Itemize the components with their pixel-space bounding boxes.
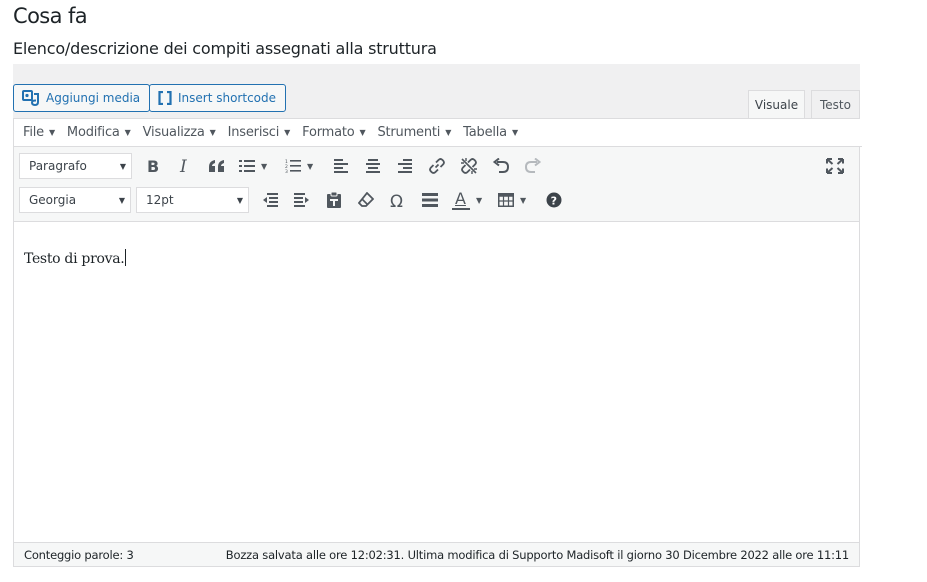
special-character-icon[interactable]: Ω — [382, 186, 414, 214]
svg-text:B: B — [147, 158, 159, 174]
chevron-down-icon: ▼ — [359, 128, 366, 137]
editor-status-bar: Conteggio parole: 3 Bozza salvata alle o… — [14, 542, 859, 566]
unlink-icon[interactable] — [453, 152, 485, 180]
menu-visualizza-label: Visualizza — [142, 125, 205, 140]
editor-tools-bar: Aggiungi media Insert shortcode Visuale … — [13, 64, 860, 119]
word-count: Conteggio parole: 3 — [24, 548, 134, 562]
undo-icon[interactable] — [485, 152, 517, 180]
menu-formato[interactable]: Formato ▼ — [296, 119, 371, 146]
chevron-down-icon: ▼ — [48, 128, 55, 137]
bullet-list-icon[interactable]: ▼ — [233, 152, 279, 180]
tab-visual[interactable]: Visuale — [748, 90, 805, 119]
link-icon[interactable] — [421, 152, 453, 180]
editor-toolbars: Paragrafo ▼ B I ▼ 1 2 3 ▼ Georgia ▼ 12pt… — [14, 147, 859, 222]
chevron-down-icon: ▼ — [520, 195, 527, 205]
section-description: Elenco/descrizione dei compiti assegnati… — [13, 39, 437, 58]
text-cursor — [125, 249, 127, 266]
table-icon[interactable]: ▼ — [492, 186, 538, 214]
font-size-select[interactable]: 12pt ▼ — [136, 187, 249, 213]
tab-visual-label: Visuale — [754, 98, 799, 112]
editor-menubar: File ▼ Modifica ▼ Visualizza ▼ Inserisci ▼ F… — [14, 119, 862, 147]
align-center-icon[interactable] — [357, 152, 389, 180]
menu-formato-label: Formato — [302, 125, 355, 140]
blockquote-icon[interactable] — [201, 152, 233, 180]
menu-strumenti-label: Strumenti — [377, 125, 441, 140]
insert-shortcode-label: Insert shortcode — [178, 91, 277, 105]
align-left-icon[interactable] — [325, 152, 357, 180]
menu-file[interactable]: File ▼ — [17, 119, 61, 146]
menu-strumenti[interactable]: Strumenti ▼ — [371, 119, 457, 146]
chevron-down-icon: ▼ — [511, 128, 518, 137]
font-size-value: 12pt — [146, 193, 174, 207]
menu-tabella[interactable]: Tabella ▼ — [457, 119, 524, 146]
outdent-icon[interactable] — [254, 186, 286, 214]
italic-icon[interactable]: I — [169, 152, 201, 180]
menu-modifica[interactable]: Modifica ▼ — [61, 119, 137, 146]
horizontal-line-icon[interactable] — [414, 186, 446, 214]
help-icon[interactable]: ? — [538, 186, 570, 214]
chevron-down-icon: ▼ — [118, 195, 125, 205]
menu-modifica-label: Modifica — [66, 125, 120, 140]
add-media-button[interactable]: Aggiungi media — [13, 84, 151, 112]
text-color-icon[interactable]: A ▼ — [446, 186, 492, 214]
svg-text:I: I — [179, 158, 187, 174]
chevron-down-icon: ▼ — [209, 128, 216, 137]
font-family-select[interactable]: Georgia ▼ — [19, 187, 131, 213]
block-format-select[interactable]: Paragrafo ▼ — [19, 153, 132, 179]
numbered-list-icon[interactable]: 1 2 3 ▼ — [279, 152, 325, 180]
menu-file-label: File — [23, 125, 44, 140]
menu-visualizza[interactable]: Visualizza ▼ — [137, 119, 222, 146]
chevron-down-icon: ▼ — [236, 195, 243, 205]
clear-formatting-icon[interactable] — [350, 186, 382, 214]
autosave-status: Bozza salvata alle ore 12:02:31. Ultima … — [225, 548, 849, 562]
text-color-glyph: A — [455, 189, 466, 208]
indent-icon[interactable] — [286, 186, 318, 214]
menu-tabella-label: Tabella — [463, 125, 507, 140]
menu-inserisci[interactable]: Inserisci ▼ — [222, 119, 297, 146]
align-right-icon[interactable] — [389, 152, 421, 180]
chevron-down-icon: ▼ — [119, 161, 126, 171]
chevron-down-icon: ▼ — [124, 128, 131, 137]
redo-icon[interactable] — [517, 152, 549, 180]
insert-shortcode-button[interactable]: Insert shortcode — [149, 84, 287, 112]
shortcode-icon — [158, 91, 172, 105]
chevron-down-icon: ▼ — [261, 161, 268, 171]
svg-text:Ω: Ω — [390, 192, 403, 208]
font-family-value: Georgia — [29, 193, 77, 207]
chevron-down-icon: ▼ — [284, 128, 291, 137]
chevron-down-icon: ▼ — [445, 128, 452, 137]
block-format-value: Paragrafo — [29, 159, 87, 173]
editor-content-area[interactable]: Testo di prova. — [14, 222, 859, 543]
toolbar-row-1: Paragrafo ▼ B I ▼ 1 2 3 ▼ — [19, 152, 549, 180]
section-title: Cosa fa — [13, 4, 88, 28]
svg-text:3: 3 — [285, 169, 288, 173]
paste-text-icon[interactable] — [318, 186, 350, 214]
add-media-label: Aggiungi media — [46, 91, 141, 105]
chevron-down-icon: ▼ — [476, 195, 483, 205]
fullscreen-icon[interactable] — [819, 152, 851, 180]
toolbar-row-2: Georgia ▼ 12pt ▼ Ω A ▼ ▼ ? — [19, 186, 570, 214]
bold-icon[interactable]: B — [137, 152, 169, 180]
editor-frame: File ▼ Modifica ▼ Visualizza ▼ Inserisci ▼ F… — [13, 118, 862, 567]
tab-text-label: Testo — [820, 97, 851, 112]
classic-editor: Aggiungi media Insert shortcode Visuale … — [13, 64, 862, 567]
svg-text:?: ? — [551, 195, 557, 208]
content-paragraph: Testo di prova. — [24, 251, 125, 267]
tab-text[interactable]: Testo — [811, 90, 860, 118]
editor-content-text: Testo di prova. — [24, 249, 127, 267]
media-icon — [22, 90, 40, 106]
chevron-down-icon: ▼ — [307, 161, 314, 171]
menu-inserisci-label: Inserisci — [227, 125, 280, 140]
